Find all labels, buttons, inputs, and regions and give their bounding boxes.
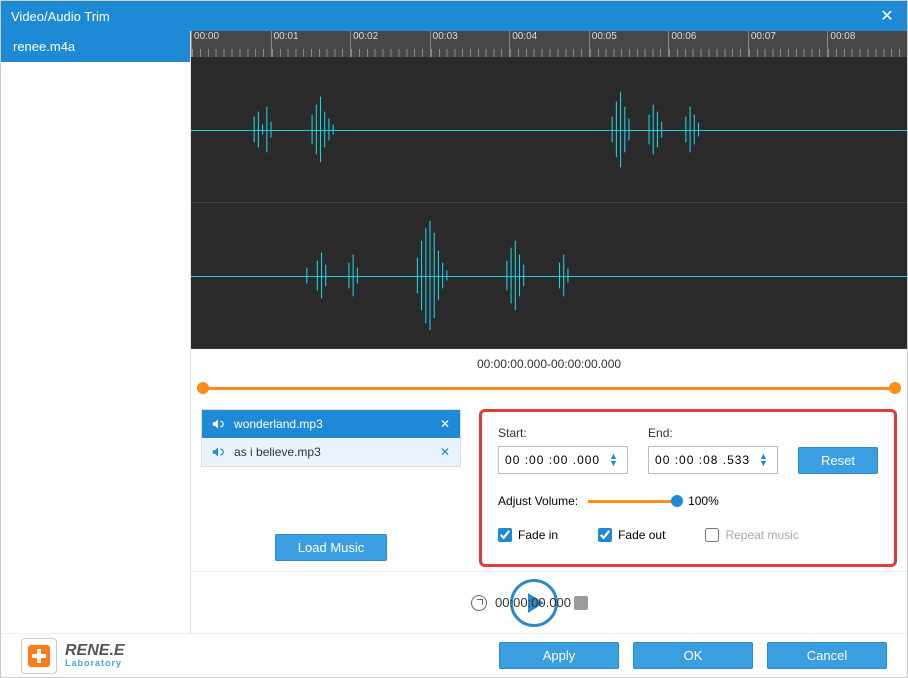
close-icon[interactable]: ✕ — [877, 6, 897, 26]
waveform-track-left — [191, 57, 907, 203]
time-ruler[interactable]: 00:00 00:01 00:02 00:03 00:04 00:05 00:0… — [191, 31, 907, 57]
ruler-tick: 00:04 — [509, 31, 589, 57]
ruler-tick: 00:03 — [430, 31, 510, 57]
apply-button[interactable]: Apply — [499, 642, 619, 669]
ruler-tick: 00:07 — [748, 31, 828, 57]
speaker-icon — [210, 416, 226, 432]
range-time-label: 00:00:00.000-00:00:00.000 — [191, 357, 907, 371]
start-label: Start: — [498, 426, 628, 440]
start-field: Start: 00 :00 :00 .000 ▲▼ — [498, 426, 628, 474]
waveform-track-right — [191, 203, 907, 349]
end-field: End: 00 :00 :08 .533 ▲▼ — [648, 426, 778, 474]
titlebar: Video/Audio Trim ✕ — [1, 1, 907, 31]
cancel-button[interactable]: Cancel — [767, 642, 887, 669]
volume-label: Adjust Volume: — [498, 494, 578, 508]
ruler-tick: 00:00 — [191, 31, 271, 57]
waveform-area[interactable] — [191, 57, 907, 349]
range-handle-start[interactable] — [197, 382, 209, 394]
fade-out-checkbox[interactable]: Fade out — [598, 528, 665, 542]
remove-music-icon[interactable]: ✕ — [438, 445, 452, 459]
end-time-input[interactable]: 00 :00 :08 .533 ▲▼ — [648, 446, 778, 474]
repeat-input[interactable] — [705, 528, 719, 542]
remove-music-icon[interactable]: ✕ — [438, 417, 452, 431]
playback-time: 00:00:00.000 — [471, 595, 571, 611]
window: Video/Audio Trim ✕ renee.m4a 00:00 00:01… — [0, 0, 908, 678]
transport-bar: 00:00:00.000 — [191, 571, 907, 633]
lower-panel: wonderland.mp3 ✕ as i believe.mp3 ✕ Lo — [191, 403, 907, 571]
logo-badge-icon — [21, 638, 57, 674]
window-title: Video/Audio Trim — [11, 9, 877, 24]
trim-range-slider[interactable] — [191, 373, 907, 403]
stop-button[interactable] — [574, 596, 588, 610]
body: renee.m4a 00:00 00:01 00:02 00:03 00:04 … — [1, 31, 907, 633]
music-row[interactable]: as i believe.mp3 ✕ — [202, 438, 460, 466]
settings-panel: Start: 00 :00 :00 .000 ▲▼ End: 00 :00 :0… — [479, 409, 897, 567]
load-music-button[interactable]: Load Music — [275, 534, 387, 561]
range-handle-end[interactable] — [889, 382, 901, 394]
start-time-input[interactable]: 00 :00 :00 .000 ▲▼ — [498, 446, 628, 474]
volume-row: Adjust Volume: 100% — [498, 494, 878, 508]
volume-value: 100% — [688, 494, 719, 508]
ruler-tick: 00:06 — [668, 31, 748, 57]
fade-out-input[interactable] — [598, 528, 612, 542]
ok-button[interactable]: OK — [633, 642, 753, 669]
end-label: End: — [648, 426, 778, 440]
ruler-tick: 00:02 — [350, 31, 430, 57]
waveform-icon — [191, 57, 907, 202]
spinner-icon[interactable]: ▲▼ — [759, 453, 771, 467]
sidebar-item-file[interactable]: renee.m4a — [1, 31, 190, 62]
sidebar: renee.m4a — [1, 31, 191, 633]
ruler-tick: 00:05 — [589, 31, 669, 57]
main: 00:00 00:01 00:02 00:03 00:04 00:05 00:0… — [191, 31, 907, 633]
spinner-icon[interactable]: ▲▼ — [609, 453, 621, 467]
music-name: wonderland.mp3 — [234, 417, 430, 431]
reset-button[interactable]: Reset — [798, 447, 878, 474]
clock-icon — [471, 595, 487, 611]
ruler-tick: 00:08 — [827, 31, 907, 57]
music-name: as i believe.mp3 — [234, 445, 430, 459]
music-row[interactable]: wonderland.mp3 ✕ — [202, 410, 460, 438]
fade-in-input[interactable] — [498, 528, 512, 542]
brand-logo: RENE.E Laboratory — [21, 638, 125, 674]
speaker-icon — [210, 444, 226, 460]
repeat-music-checkbox[interactable]: Repeat music — [705, 528, 798, 542]
fade-in-checkbox[interactable]: Fade in — [498, 528, 558, 542]
volume-thumb[interactable] — [671, 495, 683, 507]
ruler-tick: 00:01 — [271, 31, 351, 57]
footer: RENE.E Laboratory Apply OK Cancel — [1, 633, 907, 677]
waveform-icon — [191, 203, 907, 348]
checkbox-row: Fade in Fade out Repeat music — [498, 528, 878, 542]
music-list: wonderland.mp3 ✕ as i believe.mp3 ✕ — [201, 409, 461, 467]
time-row: Start: 00 :00 :00 .000 ▲▼ End: 00 :00 :0… — [498, 426, 878, 474]
music-column: wonderland.mp3 ✕ as i believe.mp3 ✕ Lo — [201, 409, 461, 567]
volume-slider[interactable] — [588, 500, 678, 503]
